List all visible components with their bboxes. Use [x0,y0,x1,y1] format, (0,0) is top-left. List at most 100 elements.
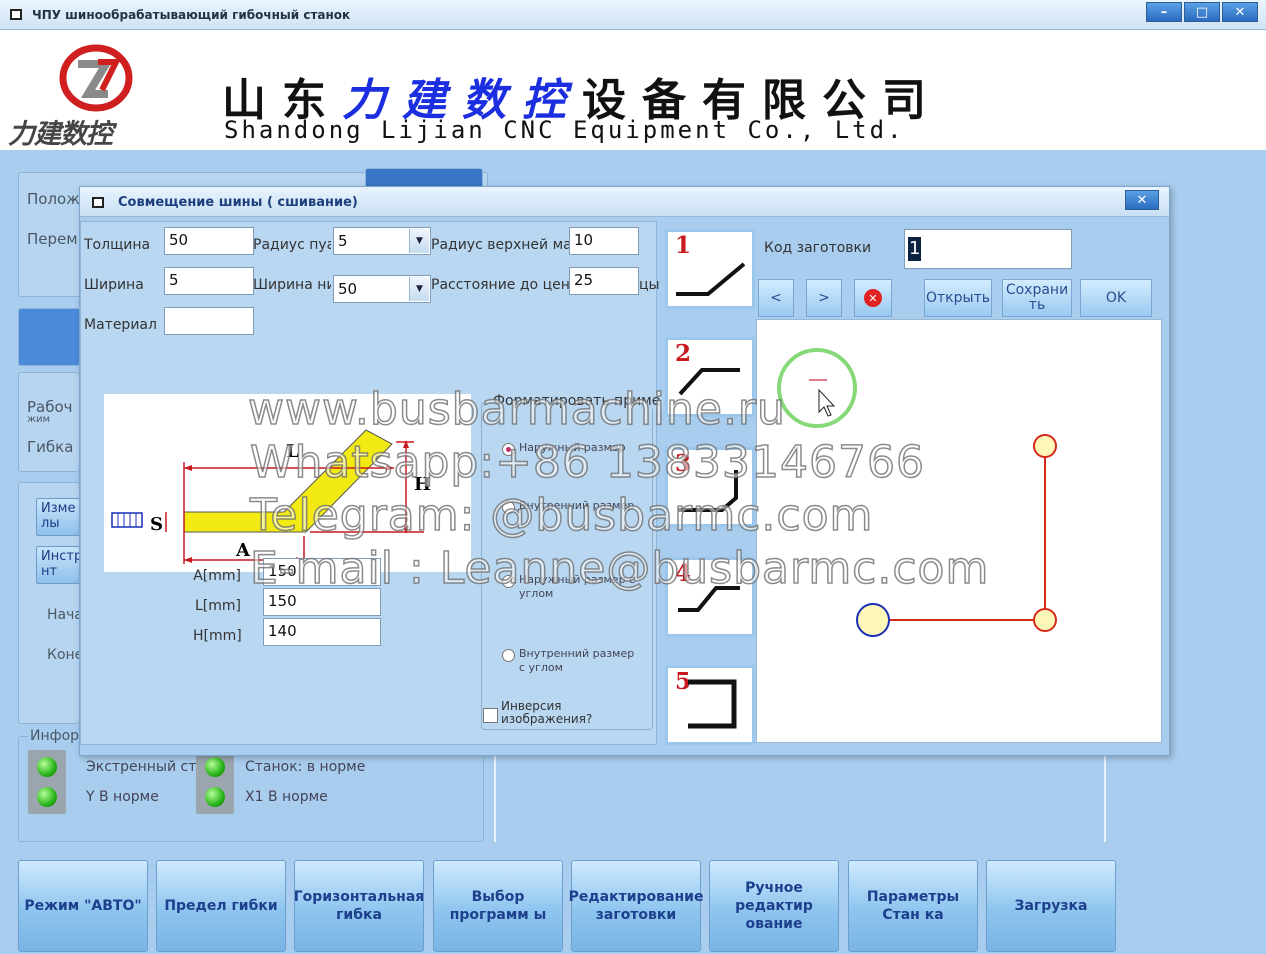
shape-1-icon [676,262,746,296]
bend-node[interactable] [1033,608,1057,632]
tool-button[interactable]: Инстр нт [36,546,82,584]
minimize-button[interactable]: – [1146,2,1182,22]
mode-tab[interactable] [18,308,80,366]
close-button[interactable]: ✕ [1222,2,1258,22]
format-option-label: Наружный размер [519,441,626,454]
h-dim-input[interactable]: 140 [263,618,381,646]
load-button[interactable]: Загрузка [986,860,1116,952]
a-dim-label: A[mm] [193,568,241,584]
maximize-button[interactable]: □ [1184,2,1220,22]
divider [494,756,496,842]
shape-list: 1 2 3 4 5 [665,229,755,745]
dialog-icon [92,197,104,208]
lower-width-select[interactable]: 50 ▼ [333,275,431,303]
inversion-checkbox[interactable] [483,708,498,723]
start-label: Нача [47,607,83,623]
x1-status-text: X1 В норме [245,789,328,805]
company-banner: 力建数控 山东力建数控设备有限公司 Shandong Lijian CNC Eq… [0,30,1266,150]
save-button[interactable]: Сохрани ть [1002,279,1072,317]
material-input[interactable] [164,307,254,335]
position-label: Полож [27,190,80,208]
l-dim-input[interactable]: 150 [263,588,381,616]
format-option-outer-angle[interactable]: Наружный размер с углом [502,573,639,601]
mouse-cursor-icon [818,388,836,417]
blank-preview-panel: Код заготовки 1 < > ✕ Открыть Сохрани ть… [756,221,1168,745]
format-legend: Форматировать приме [490,393,664,409]
l-dim-label: L[mm] [195,598,241,614]
radio-icon[interactable] [502,575,515,588]
shape-2-icon [678,368,740,396]
shape-2-button[interactable]: 2 [665,337,755,417]
next-button[interactable]: > [806,279,842,317]
open-button[interactable]: Открыть [924,279,992,317]
blank-code-label: Код заготовки [764,240,872,256]
width-input[interactable]: 5 [164,267,254,295]
window-title: ЧПУ шинообрабатывающий гибочный станок [32,8,351,22]
work-label-2: жим [27,414,51,425]
y-status-text: Y В норме [86,789,159,805]
lower-width-label: Ширина ни [253,277,331,293]
shape-3-button[interactable]: 3 [665,447,755,527]
thickness-label: Толщина [84,237,151,253]
blank-code-input[interactable]: 1 [904,229,1072,269]
bend-node[interactable] [1033,434,1057,458]
a-dim-input[interactable]: 150 [263,558,381,586]
thickness-input[interactable]: 50 [164,227,254,255]
upper-radius-label: Радиус верхней мат [431,237,569,253]
emergency-status-text: Экстренный ст [86,759,197,775]
prev-button[interactable]: < [758,279,794,317]
divider [1104,756,1106,842]
radio-icon[interactable] [502,649,515,662]
company-name-en: Shandong Lijian CNC Equipment Co., Ltd. [224,116,905,144]
window-icon [10,9,22,20]
punch-radius-label: Радиус пуа [253,237,331,253]
inversion-label: Инверсия изображения? [501,700,593,726]
manual-edit-button[interactable]: Ручное редактир ование [709,860,839,952]
auto-mode-button[interactable]: Режим "АВТО" [18,860,148,952]
center-distance-suffix: цы [639,277,660,293]
machine-params-button[interactable]: Параметры Стан ка [848,860,978,952]
company-logo-icon [59,44,133,112]
x1-status-led-icon [196,780,234,814]
diagram-label-s: S [150,514,163,535]
edit-blank-button[interactable]: Редактирование заготовки [569,860,703,952]
format-option-label: Внутренний размер [519,499,635,512]
dialog-close-button[interactable]: ✕ [1125,190,1159,210]
start-node[interactable] [856,603,890,637]
diagram-label-h: H [414,474,431,495]
delete-icon: ✕ [864,289,882,307]
emergency-status-led-icon [28,750,66,784]
format-option-inner[interactable]: Внутренний размер [502,499,639,514]
bend-limit-button[interactable]: Предел гибки [156,860,286,952]
shape-5-button[interactable]: 5 [665,665,755,745]
radio-icon[interactable] [502,501,515,514]
format-option-inner-angle[interactable]: Внутренний размер с углом [502,647,639,675]
h-dim-label: H[mm] [193,628,241,644]
window-titlebar: ЧПУ шинообрабатывающий гибочный станок –… [0,0,1266,30]
program-select-button[interactable]: Выбор программ ы [433,860,563,952]
center-distance-label: Расстояние до цент [431,277,569,293]
radio-selected-icon[interactable] [502,443,515,456]
format-option-label: Наружный размер с углом [519,573,636,600]
blank-preview-canvas[interactable] [756,319,1162,743]
punch-radius-select[interactable]: 5 ▼ [333,227,431,255]
y-status-led-icon [28,780,66,814]
lower-width-value: 50 [338,280,358,298]
horizontal-bend-button[interactable]: Горизонтальная гибка [294,860,424,952]
shape-4-button[interactable]: 4 [665,557,755,637]
chevron-down-icon[interactable]: ▼ [409,277,429,301]
upper-radius-input[interactable]: 10 [569,227,639,255]
format-option-outer[interactable]: Наружный размер [502,441,639,456]
measure-button[interactable]: Изме лы [36,498,80,536]
delete-button[interactable]: ✕ [854,279,892,317]
shape-4-icon [678,586,740,612]
logo-text: 力建数控 [8,119,113,150]
end-label: Коне [47,647,84,663]
busbar-stitching-dialog: Совмещение шины ( сшивание) ✕ Толщина 50… [79,186,1170,756]
dialog-title: Совмещение шины ( сшивание) [118,195,358,210]
center-distance-input[interactable]: 25 [569,267,639,295]
chevron-down-icon[interactable]: ▼ [409,229,429,253]
shape-1-button[interactable]: 1 [665,229,755,309]
ok-button[interactable]: OK [1080,279,1152,317]
cursor-ring-icon [777,348,857,428]
